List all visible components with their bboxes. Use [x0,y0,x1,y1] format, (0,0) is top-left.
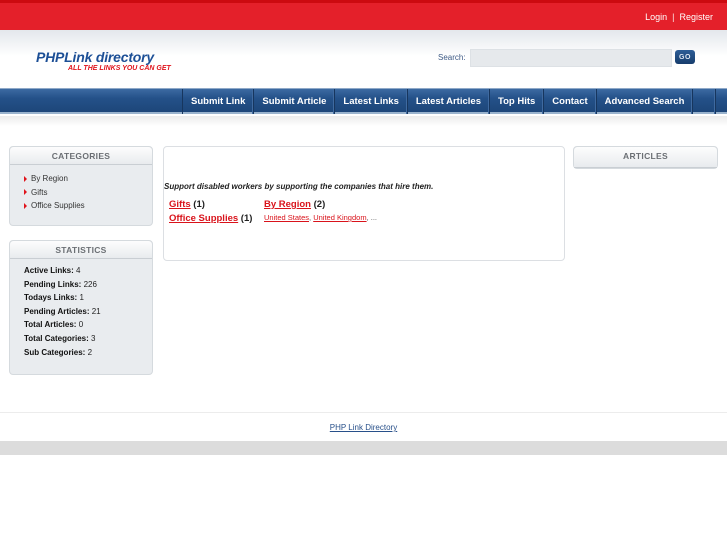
footer-link[interactable]: PHP Link Directory [330,423,397,432]
stat-value: 2 [87,347,93,357]
nav-link[interactable]: Submit Link [191,96,245,107]
stat-value: 4 [76,266,81,275]
nav-shadow [0,116,727,126]
stat-label: Sub Categories: [24,347,86,357]
stat-label: Active Links: [24,266,74,275]
stat-row: Total Articles: 0 [24,320,152,334]
stat-value: 1 [79,293,84,303]
search-label: Search: [438,53,466,62]
stat-value: 21 [91,306,101,316]
nav-item-submit-article[interactable]: Submit Article [254,89,336,114]
category-link-gifts[interactable]: Gifts [169,199,191,210]
search-input[interactable] [470,49,672,67]
category-link-office-supplies[interactable]: Office Supplies [169,213,238,224]
stat-row: Pending Articles: 21 [24,307,152,321]
stat-value: 226 [83,279,97,289]
nav-item-latest-links[interactable]: Latest Links [335,89,408,114]
stat-label: Todays Links: [24,293,78,303]
nav-item-contact[interactable]: Contact [544,89,597,114]
stat-row: Pending Links: 226 [24,280,152,294]
footer-bar [0,441,727,455]
subcategory-link[interactable]: United States [264,213,309,222]
categories-box: CATEGORIES By Region Gifts Office Suppli… [9,146,153,226]
category-item[interactable]: By Region [24,172,152,186]
articles-box: ARTICLES [573,146,718,169]
nav-item-advanced-search[interactable]: Advanced Search [597,89,694,114]
stat-value: 0 [78,320,84,330]
stat-label: Total Categories: [24,333,89,343]
arrow-right-icon [24,189,27,196]
auth-links: Login | Register [645,12,713,22]
main-nav: Submit Link Submit Article Latest Links … [0,88,727,114]
footer: PHP Link Directory [0,412,727,441]
category-column-1: Gifts (1) Office Supplies (1) [169,199,252,227]
site-tagline: ALL THE LINKS YOU CAN GET [68,65,171,72]
arrow-right-icon [24,175,27,182]
stat-row: Active Links: 4 [24,266,152,280]
stat-value: 3 [90,333,96,343]
categories-title: CATEGORIES [10,147,152,165]
nav-spacer [693,89,717,114]
register-link[interactable]: Register [679,12,713,22]
statistics-box: STATISTICS Active Links: 4 Pending Links… [9,240,153,375]
stat-row: Sub Categories: 2 [24,348,152,362]
category-entry: Office Supplies (1) [169,213,252,227]
category-entry: Gifts (1) [169,199,252,213]
nav-item-latest-articles[interactable]: Latest Articles [408,89,490,114]
auth-separator: | [672,12,675,22]
category-link[interactable]: Gifts [31,188,47,197]
nav-link[interactable]: Advanced Search [605,96,685,107]
stat-label: Pending Articles: [24,306,90,316]
site-logo[interactable]: PHPLink directory ALL THE LINKS YOU CAN … [36,49,171,72]
intro-text: Support disabled workers by supporting t… [164,182,434,191]
nav-link[interactable]: Top Hits [498,96,535,107]
nav-link[interactable]: Latest Links [343,96,398,107]
category-count: (1) [240,213,253,224]
articles-title: ARTICLES [574,147,717,168]
arrow-right-icon [24,202,27,209]
nav-item-top-hits[interactable]: Top Hits [490,89,545,114]
nav-link[interactable]: Submit Article [262,96,326,107]
category-item[interactable]: Gifts [24,186,152,200]
top-bar: Login | Register [0,0,727,30]
category-link-by-region[interactable]: By Region [264,199,311,210]
stat-row: Todays Links: 1 [24,293,152,307]
nav-item-submit-link[interactable]: Submit Link [183,89,255,114]
go-button[interactable]: GO [675,50,695,64]
category-entry: By Region (2) [264,199,377,213]
stat-label: Total Articles: [24,320,77,330]
nav-link[interactable]: Contact [552,96,587,107]
category-link[interactable]: Office Supplies [31,201,85,210]
stat-row: Total Categories: 3 [24,334,152,348]
statistics-title: STATISTICS [10,241,152,259]
category-link[interactable]: By Region [31,174,68,183]
subcategory-link[interactable]: United Kingdom [313,213,366,222]
site-name: PHPLink directory [36,49,154,65]
category-count: (2) [313,199,326,210]
category-count: (1) [193,199,205,210]
category-item[interactable]: Office Supplies [24,199,152,213]
subcategory-more: , ... [366,213,377,222]
main-content: Support disabled workers by supporting t… [163,146,565,261]
stat-label: Pending Links: [24,279,82,289]
category-column-2: By Region (2) United States, United King… [264,199,377,222]
subcategory-list: United States, United Kingdom, ... [264,213,377,222]
nav-link[interactable]: Latest Articles [416,96,481,107]
login-link[interactable]: Login [645,12,667,22]
header: PHPLink directory ALL THE LINKS YOU CAN … [0,30,727,88]
